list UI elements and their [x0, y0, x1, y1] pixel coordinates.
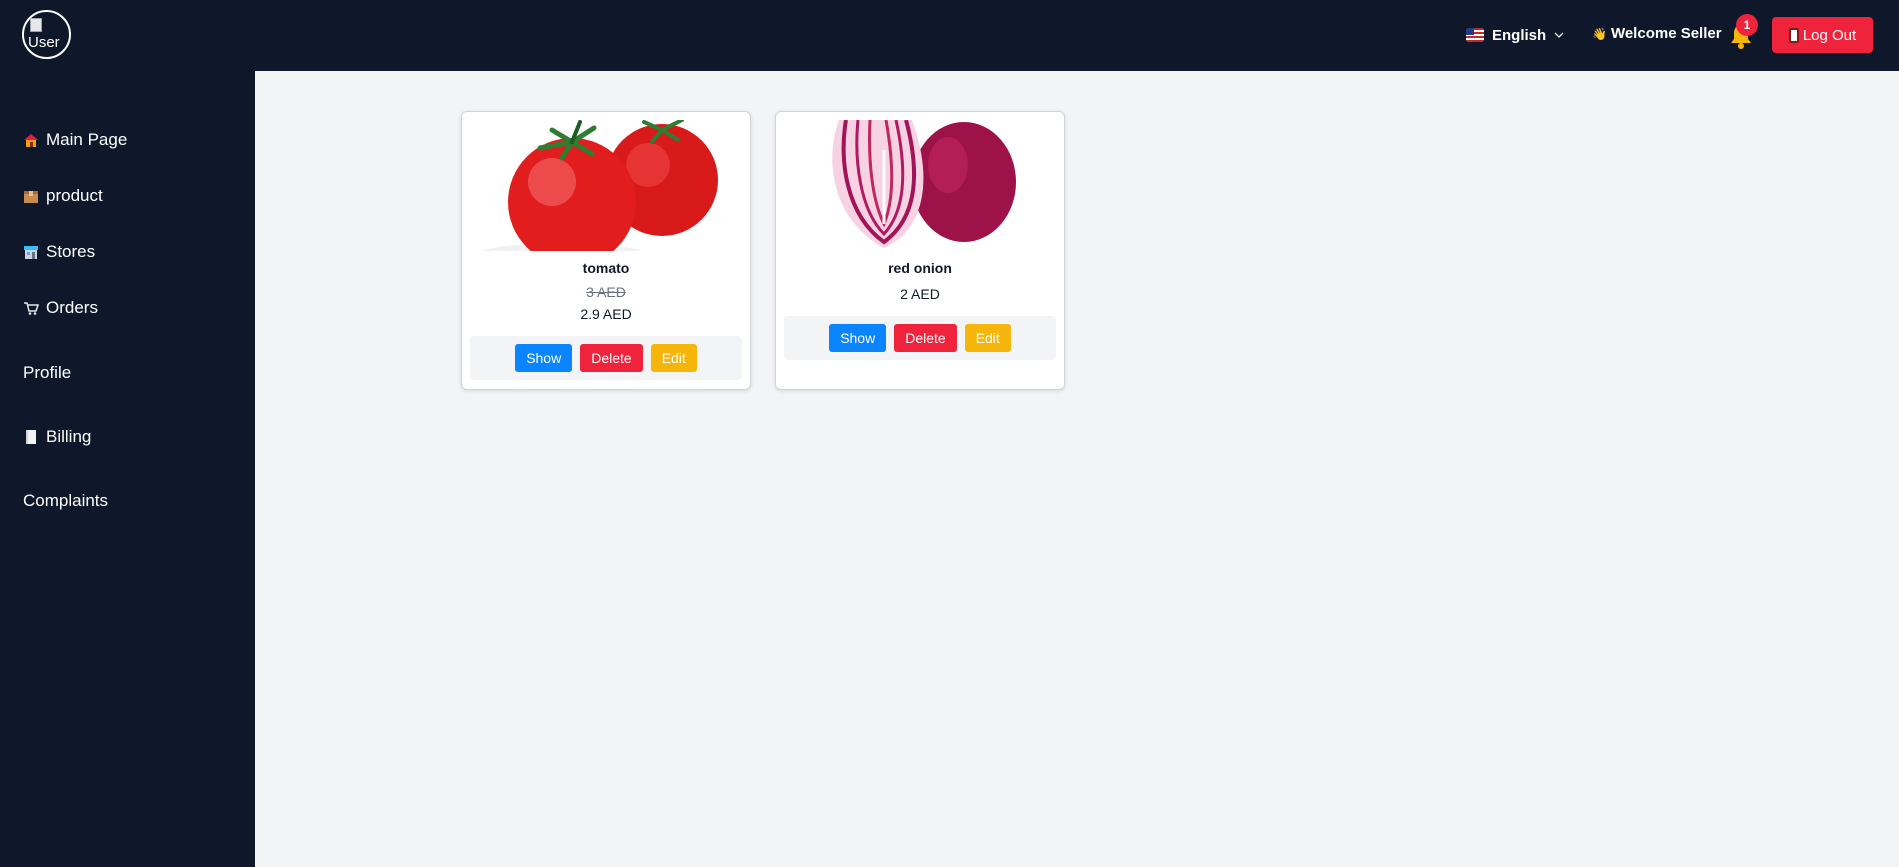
sidebar-item-label: Stores [46, 242, 96, 261]
product-price: 2 AED [900, 286, 940, 302]
top-bar: User English 👋 Welcome Seller 1 Log Out [0, 0, 1899, 71]
show-button[interactable]: Show [829, 324, 887, 352]
sidebar: Main Page product Stores Orders Profile [0, 71, 255, 867]
logout-label: Log Out [1802, 26, 1857, 44]
product-card-tomato: tomato 3 AED 2.9 AED Show Delete Edit [461, 111, 751, 390]
edit-button[interactable]: Edit [964, 324, 1011, 352]
welcome-text: 👋 Welcome Seller [1592, 25, 1722, 42]
sidebar-item-label: Main Page [46, 130, 128, 149]
logout-button[interactable]: Log Out [1772, 17, 1873, 53]
package-icon [24, 191, 38, 203]
chevron-down-icon [1554, 32, 1564, 38]
old-price: 3 AED [586, 284, 626, 300]
sidebar-item-main-page[interactable]: Main Page [23, 126, 127, 154]
sidebar-item-label: Orders [46, 298, 98, 317]
avatar[interactable]: User [22, 10, 71, 59]
broken-image-icon [30, 18, 42, 32]
product-price: 2.9 AED [580, 306, 632, 322]
cart-icon [24, 302, 39, 315]
sidebar-item-billing[interactable]: Billing [23, 423, 91, 451]
language-selector[interactable]: English [1466, 24, 1564, 46]
product-name: tomato [582, 260, 630, 276]
sidebar-item-profile[interactable]: Profile [23, 359, 71, 387]
us-flag-icon [1466, 28, 1484, 42]
sidebar-item-label: Billing [46, 427, 92, 446]
product-name: red onion [888, 260, 952, 276]
welcome-label: Welcome Seller [1610, 25, 1722, 42]
card-actions: Show Delete Edit [470, 336, 742, 380]
card-actions: Show Delete Edit [784, 316, 1056, 360]
language-label: English [1492, 26, 1547, 44]
product-card-red-onion: red onion 2 AED Show Delete Edit [775, 111, 1065, 390]
avatar-alt-text: User [28, 34, 60, 51]
delete-button[interactable]: Delete [894, 324, 957, 352]
sidebar-item-orders[interactable]: Orders [23, 294, 98, 322]
delete-button[interactable]: Delete [580, 344, 643, 372]
notification-badge: 1 [1736, 14, 1758, 36]
sidebar-item-label: Complaints [23, 491, 109, 510]
sidebar-item-complaints[interactable]: Complaints [23, 487, 108, 515]
show-button[interactable]: Show [515, 344, 573, 372]
tomato-image [470, 120, 742, 251]
store-icon [24, 246, 38, 259]
sidebar-item-label: Profile [23, 363, 72, 382]
edit-button[interactable]: Edit [650, 344, 697, 372]
red-onion-image [784, 120, 1056, 251]
receipt-icon [26, 430, 36, 444]
home-icon [24, 134, 38, 147]
sidebar-item-label: product [46, 186, 103, 205]
mobile-phone-icon [1788, 27, 1799, 43]
sidebar-item-stores[interactable]: Stores [23, 238, 95, 266]
sidebar-item-product[interactable]: product [23, 182, 103, 210]
waving-hand-icon: 👋 [1592, 26, 1607, 41]
